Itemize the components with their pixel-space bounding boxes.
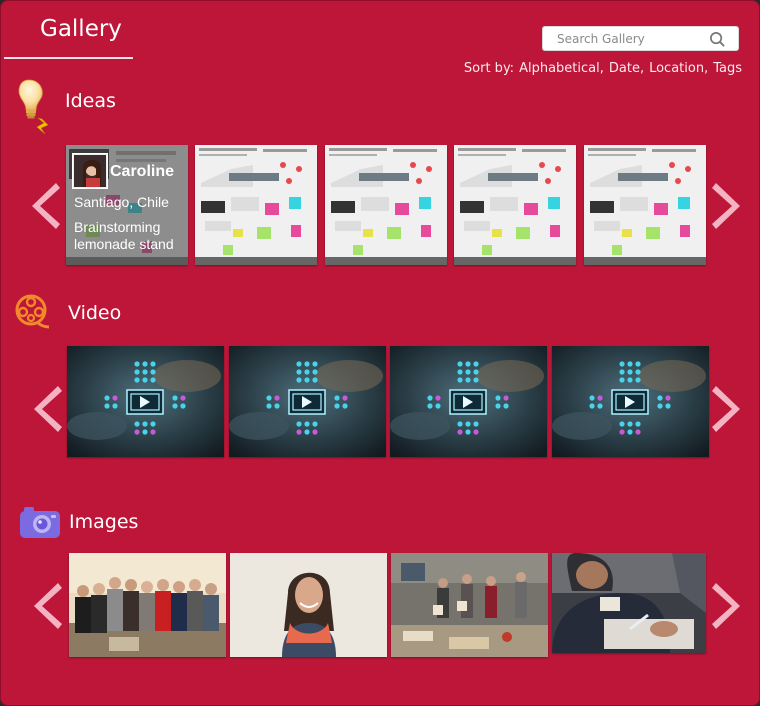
section-title-video: Video	[68, 302, 122, 324]
video-thumbnail	[67, 346, 224, 457]
search-input[interactable]	[557, 31, 707, 46]
sort-alphabetical[interactable]: Alphabetical	[519, 61, 600, 76]
separator: ,	[639, 61, 645, 76]
search-icon[interactable]	[709, 31, 726, 48]
chevron-left-icon[interactable]	[28, 384, 62, 434]
idea-thumbnail	[584, 145, 706, 265]
separator: ,	[599, 61, 604, 76]
video-tile[interactable]	[390, 346, 547, 457]
film-reel-icon	[15, 294, 49, 329]
image-tile[interactable]	[69, 553, 226, 657]
idea-thumbnail	[454, 145, 576, 265]
idea-location: Santiago, Chile	[74, 194, 169, 210]
sort-location[interactable]: Location	[649, 61, 704, 76]
separator: ,	[704, 61, 709, 76]
camera-icon	[20, 507, 60, 538]
avatar	[72, 153, 108, 189]
sort-bar: Sort by: Alphabetical, Date, Location, T…	[464, 61, 742, 76]
video-thumbnail	[390, 346, 547, 457]
image-tile[interactable]	[230, 553, 387, 657]
image-thumbnail	[69, 553, 226, 657]
idea-tile[interactable]	[584, 145, 706, 265]
section-title-images: Images	[69, 511, 139, 533]
idea-tile[interactable]	[454, 145, 576, 265]
idea-description: Brainstorming lemonade stand	[74, 219, 174, 252]
title-underline	[4, 57, 133, 59]
sort-label: Sort by:	[463, 61, 515, 76]
idea-tile-featured[interactable]: Caroline Santiago, Chile Brainstorming l…	[66, 145, 188, 265]
page-title: Gallery	[40, 16, 122, 42]
idea-thumbnail	[325, 145, 447, 265]
chevron-right-icon[interactable]	[712, 581, 746, 631]
gallery-panel: Gallery Sort by: Alphabetical, Date, Loc…	[0, 0, 760, 706]
chevron-right-icon[interactable]	[712, 181, 746, 231]
sort-tags[interactable]: Tags	[713, 61, 742, 76]
video-tile[interactable]	[229, 346, 386, 457]
video-tile[interactable]	[67, 346, 224, 457]
section-title-ideas: Ideas	[65, 90, 116, 112]
chevron-left-icon[interactable]	[26, 181, 60, 231]
idea-author-name: Caroline	[110, 163, 175, 180]
idea-tile[interactable]	[325, 145, 447, 265]
chevron-right-icon[interactable]	[712, 384, 746, 434]
lightbulb-icon	[18, 79, 49, 135]
idea-tile[interactable]	[195, 145, 317, 265]
image-thumbnail	[230, 553, 387, 657]
chevron-left-icon[interactable]	[28, 581, 62, 631]
image-tile[interactable]	[391, 553, 548, 657]
video-thumbnail	[552, 346, 709, 457]
idea-thumbnail	[195, 145, 317, 265]
image-thumbnail	[391, 553, 548, 657]
video-thumbnail	[229, 346, 386, 457]
sort-date[interactable]: Date	[609, 61, 640, 76]
image-tile[interactable]	[552, 553, 706, 653]
search-box[interactable]	[542, 26, 739, 51]
video-tile[interactable]	[552, 346, 709, 457]
image-thumbnail	[552, 553, 706, 653]
